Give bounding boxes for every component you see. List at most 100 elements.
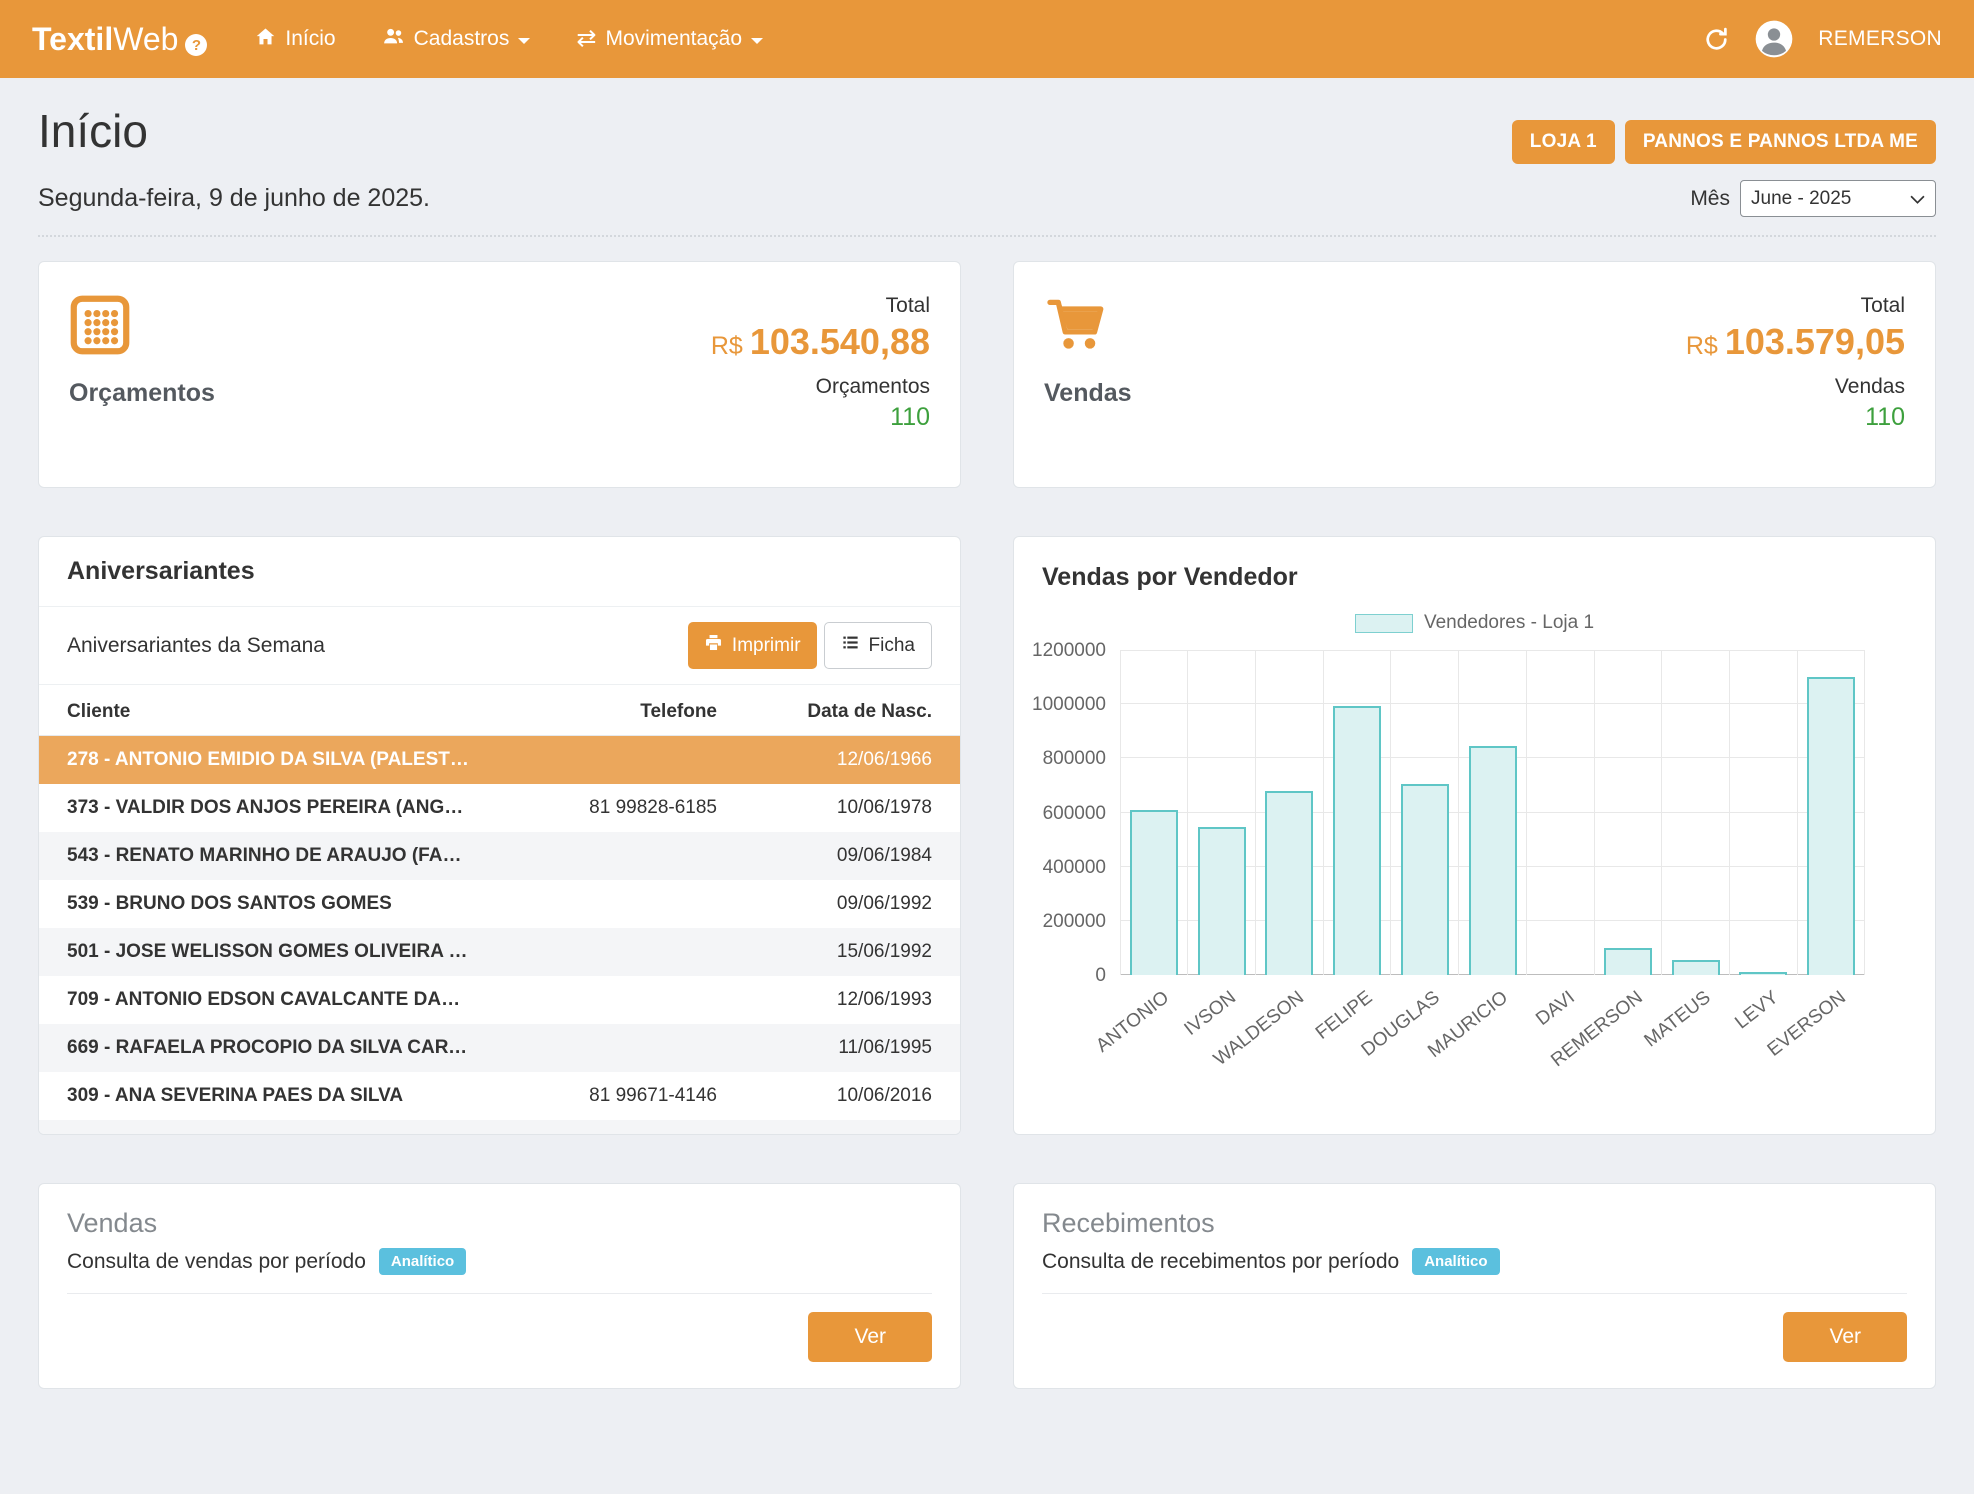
analitico-badge: Analítico <box>1412 1248 1499 1275</box>
birthdays-toolbar: Aniversariantes da Semana Imprimir Ficha <box>39 607 960 685</box>
nav-item-inicio[interactable]: Início <box>255 26 335 53</box>
y-tick-label: 600000 <box>1043 803 1106 825</box>
table-row[interactable]: 669 - RAFAELA PROCOPIO DA SILVA CARVA… 1… <box>39 1024 960 1072</box>
cart-icon <box>1044 343 1106 360</box>
total-label: Total <box>1686 294 1905 318</box>
cell-telefone <box>500 880 745 928</box>
chart-x-row: ANTONIOIVSONWALDESONFELIPEDOUGLASMAURICI… <box>1120 975 1913 1067</box>
orcamentos-card: Orçamentos Total R$103.540,88 Orçamentos… <box>38 261 961 488</box>
month-select-value: June - 2025 <box>1751 188 1851 210</box>
ficha-button[interactable]: Ficha <box>824 622 932 669</box>
bottom-card-title: Vendas <box>67 1208 932 1239</box>
chart-plot-area <box>1120 650 1865 975</box>
y-tick-label: 1000000 <box>1032 694 1106 716</box>
table-row[interactable]: 278 - ANTONIO EMIDIO DA SILVA (PALESTI… … <box>39 736 960 785</box>
birthdays-table: Cliente Telefone Data de Nasc. 278 - ANT… <box>39 685 960 1120</box>
amount: 103.540,88 <box>750 321 930 362</box>
chart-bar <box>1333 706 1381 975</box>
bottom-card-actions: Ver <box>67 1312 932 1362</box>
col-cliente: Cliente <box>39 685 500 736</box>
imprimir-button[interactable]: Imprimir <box>688 622 817 669</box>
date-row: Segunda-feira, 9 de junho de 2025. Mês J… <box>38 180 1936 237</box>
top-navbar: TextilWeb ? Início Cadastros ⇄ Movimenta… <box>0 0 1974 78</box>
gridline-vertical <box>1323 650 1324 975</box>
summary-left: Vendas <box>1044 294 1132 455</box>
help-icon[interactable]: ? <box>185 34 207 56</box>
gridline-vertical <box>1390 650 1391 975</box>
chart-bar <box>1401 784 1449 975</box>
gridline-vertical <box>1120 650 1121 975</box>
cell-data-nasc: 10/06/1978 <box>745 784 960 832</box>
card-label: Orçamentos <box>69 379 215 408</box>
cell-data-nasc: 09/06/1984 <box>745 832 960 880</box>
home-icon <box>255 26 276 53</box>
month-select[interactable]: June - 2025 <box>1740 180 1936 217</box>
table-row[interactable]: 543 - RENATO MARINHO DE ARAUJO (FAZE… 09… <box>39 832 960 880</box>
amount: 103.579,05 <box>1725 321 1905 362</box>
avatar[interactable] <box>1754 19 1794 59</box>
total-value: R$103.579,05 <box>1686 321 1905 363</box>
cell-cliente: 278 - ANTONIO EMIDIO DA SILVA (PALESTI… <box>39 736 500 785</box>
username[interactable]: REMERSON <box>1818 27 1942 51</box>
gridline-vertical <box>1729 650 1730 975</box>
gridline-vertical <box>1255 650 1256 975</box>
table-row[interactable]: 373 - VALDIR DOS ANJOS PEREIRA (ANGELA) … <box>39 784 960 832</box>
nav-item-movimentacao[interactable]: ⇄ Movimentação <box>576 27 763 51</box>
legend-label: Vendedores - Loja 1 <box>1424 612 1594 634</box>
nav-item-label: Movimentação <box>605 27 742 51</box>
gridline-vertical <box>1187 650 1188 975</box>
bottom-card-actions: Ver <box>1042 1312 1907 1362</box>
chart-bar <box>1807 677 1855 975</box>
company-button[interactable]: PANNOS E PANNOS LTDA ME <box>1625 120 1936 164</box>
app-logo[interactable]: TextilWeb <box>32 21 178 58</box>
middle-row: Aniversariantes Aniversariantes da Seman… <box>38 536 1936 1135</box>
table-row[interactable]: 539 - BRUNO DOS SANTOS GOMES 09/06/1992 <box>39 880 960 928</box>
cell-data-nasc: 15/06/1992 <box>745 928 960 976</box>
cell-cliente: 501 - JOSE WELISSON GOMES OLIVEIRA (E… <box>39 928 500 976</box>
nav-item-cadastros[interactable]: Cadastros <box>382 25 531 54</box>
table-row[interactable]: 309 - ANA SEVERINA PAES DA SILVA 81 9967… <box>39 1072 960 1120</box>
chart-y-axis: 020000040000060000080000010000001200000 <box>1036 650 1120 975</box>
total-value: R$103.540,88 <box>711 321 930 363</box>
page-container: Início LOJA 1 PANNOS E PANNOS LTDA ME Se… <box>0 78 1974 1429</box>
y-tick-label: 1200000 <box>1032 640 1106 662</box>
gridline-vertical <box>1594 650 1595 975</box>
cell-cliente: 543 - RENATO MARINHO DE ARAUJO (FAZE… <box>39 832 500 880</box>
table-row[interactable]: 709 - ANTONIO EDSON CAVALCANTE DANTAS 12… <box>39 976 960 1024</box>
chart-legend[interactable]: Vendedores - Loja 1 <box>1036 612 1913 634</box>
chart-bar <box>1130 810 1178 975</box>
cell-telefone: 81 99671-4146 <box>500 1072 745 1120</box>
gridline-vertical <box>1661 650 1662 975</box>
refresh-icon[interactable] <box>1703 26 1730 53</box>
currency: R$ <box>1686 332 1718 360</box>
cell-cliente: 539 - BRUNO DOS SANTOS GOMES <box>39 880 500 928</box>
x-tick-label: MATEUS <box>1640 987 1715 1052</box>
bottom-card-desc: Consulta de vendas por período Analítico <box>67 1248 932 1294</box>
cell-data-nasc: 11/06/1995 <box>745 1024 960 1072</box>
summary-left: Orçamentos <box>69 294 215 455</box>
gridline-vertical <box>1864 650 1865 975</box>
bar-chart: Vendedores - Loja 1 02000004000006000008… <box>1014 598 1935 1093</box>
store-button[interactable]: LOJA 1 <box>1512 120 1615 164</box>
birthdays-body: 278 - ANTONIO EMIDIO DA SILVA (PALESTI… … <box>39 736 960 1121</box>
ver-button[interactable]: Ver <box>1783 1312 1907 1362</box>
ficha-label: Ficha <box>869 635 915 657</box>
analitico-badge: Analítico <box>379 1248 466 1275</box>
brand-bold: Textil <box>32 21 113 58</box>
gridline-vertical <box>1526 650 1527 975</box>
vendas-por-vendedor-card: Vendas por Vendedor Vendedores - Loja 1 … <box>1013 536 1936 1135</box>
cell-telefone <box>500 832 745 880</box>
cell-cliente: 709 - ANTONIO EDSON CAVALCANTE DANTAS <box>39 976 500 1024</box>
chart-bar <box>1469 746 1517 975</box>
chart-bar <box>1265 791 1313 975</box>
panel-title: Aniversariantes <box>39 537 960 607</box>
table-row[interactable]: 501 - JOSE WELISSON GOMES OLIVEIRA (E… 1… <box>39 928 960 976</box>
ver-button[interactable]: Ver <box>808 1312 932 1362</box>
cell-cliente: 309 - ANA SEVERINA PAES DA SILVA <box>39 1072 500 1120</box>
navbar-right: REMERSON <box>1703 19 1942 59</box>
count-label: Vendas <box>1686 375 1905 399</box>
recebimentos-card: Recebimentos Consulta de recebimentos po… <box>1013 1183 1936 1389</box>
summary-right: Total R$103.540,88 Orçamentos 110 <box>711 294 930 455</box>
summary-right: Total R$103.579,05 Vendas 110 <box>1686 294 1905 455</box>
page-header: Início LOJA 1 PANNOS E PANNOS LTDA ME <box>38 104 1936 164</box>
